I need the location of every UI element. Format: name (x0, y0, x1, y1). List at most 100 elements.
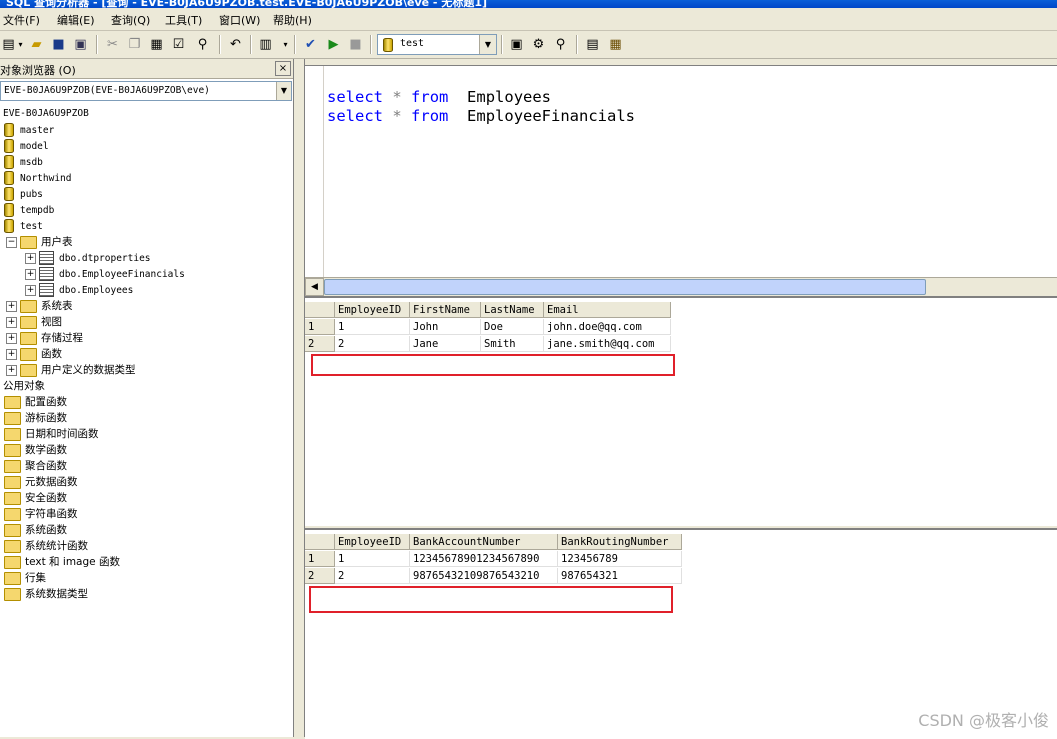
tree-server-node[interactable]: EVE-B0JA6U9PZOB (3, 106, 89, 122)
tree-db-master[interactable]: master (4, 122, 54, 138)
tree-common-system-functions[interactable]: 系统函数 (4, 522, 67, 538)
tree-common-aggregate-functions[interactable]: 聚合函数 (4, 458, 67, 474)
tree-db-tempdb[interactable]: tempdb (4, 202, 54, 218)
server-select[interactable]: EVE-B0JA6U9PZOB(EVE-B0JA6U9PZOB\eve) ▼ (0, 81, 292, 101)
query-analyze-icon[interactable]: ⚲ (552, 36, 569, 53)
chevron-down-icon[interactable]: ▼ (276, 82, 291, 100)
menu-query[interactable]: 查询(Q) (111, 12, 150, 28)
grid-cell[interactable]: jane.smith@qq.com (544, 336, 671, 352)
open-icon[interactable]: ▰ (28, 36, 45, 53)
menu-window[interactable]: 窗口(W) (219, 12, 260, 28)
column-header[interactable]: BankAccountNumber (410, 534, 558, 550)
tree-common-config-functions[interactable]: 配置函数 (4, 394, 67, 410)
row-number[interactable]: 2 (305, 336, 335, 352)
tree-common-system-data-types[interactable]: 系统数据类型 (4, 586, 88, 602)
parse-check-icon[interactable]: ✔ (302, 36, 319, 53)
grid-mode-icon[interactable]: ▥ (257, 36, 274, 53)
tree-common-rowsets[interactable]: 行集 (4, 570, 46, 586)
row-number[interactable]: 1 (305, 551, 335, 567)
clear-icon[interactable]: ☑ (170, 36, 187, 53)
tree-folder-user-defined-types[interactable]: + 用户定义的数据类型 (6, 362, 136, 378)
results-pane-icon[interactable]: ▦ (607, 36, 624, 53)
grid-cell[interactable]: 987654321 (558, 568, 682, 584)
paste-icon[interactable]: ▦ (148, 36, 165, 53)
stop-icon[interactable]: ■ (347, 36, 364, 53)
column-header[interactable]: LastName (481, 302, 544, 318)
tree-db-northwind[interactable]: Northwind (4, 170, 71, 186)
expand-icon[interactable]: + (6, 348, 17, 360)
save-icon[interactable]: ■ (50, 36, 67, 53)
menu-help[interactable]: 帮助(H) (273, 12, 312, 28)
copy-icon[interactable]: ❐ (126, 36, 143, 53)
grid-cell[interactable]: John (410, 319, 481, 335)
tree-table-dtproperties[interactable]: + dbo.dtproperties (25, 250, 151, 266)
expand-icon[interactable]: + (6, 316, 17, 328)
expand-icon[interactable]: + (6, 332, 17, 344)
close-icon[interactable]: × (275, 61, 291, 76)
column-header[interactable]: BankRoutingNumber (558, 534, 682, 550)
grid-cell[interactable]: 2 (335, 568, 410, 584)
chevron-down-icon[interactable]: ▼ (479, 35, 496, 54)
grid-corner[interactable] (305, 534, 335, 550)
grid-cell[interactable]: 1 (335, 319, 410, 335)
tree-common-objects[interactable]: 公用对象 (3, 378, 45, 394)
tree-common-security-functions[interactable]: 安全函数 (4, 490, 67, 506)
column-header[interactable]: EmployeeID (335, 534, 410, 550)
tree-common-text-image-functions[interactable]: text 和 image 函数 (4, 554, 120, 570)
grid-cell[interactable]: 1 (335, 551, 410, 567)
tree-db-pubs[interactable]: pubs (4, 186, 43, 202)
query-editor[interactable]: select * from Employees select * from Em… (305, 65, 1057, 278)
grid-cell[interactable]: 12345678901234567890 (410, 551, 558, 567)
collapse-icon[interactable]: − (6, 236, 17, 248)
tree-table-employeefinancials[interactable]: + dbo.EmployeeFinancials (25, 266, 185, 282)
database-select[interactable]: test ▼ (377, 34, 497, 55)
tree-common-string-functions[interactable]: 字符串函数 (4, 506, 78, 522)
expand-icon[interactable]: + (6, 364, 17, 376)
tree-db-test[interactable]: test (4, 218, 43, 234)
row-number[interactable]: 1 (305, 319, 335, 335)
menu-tools[interactable]: 工具(T) (165, 12, 202, 28)
grid-cell[interactable]: 2 (335, 336, 410, 352)
scrollbar-thumb[interactable] (324, 279, 926, 295)
column-header[interactable]: EmployeeID (335, 302, 410, 318)
editor-horizontal-scrollbar[interactable]: ◀ (305, 277, 1057, 296)
scroll-left-icon[interactable]: ◀ (305, 278, 324, 296)
object-browser-icon[interactable]: ▤ (584, 36, 601, 53)
expand-icon[interactable]: + (25, 284, 36, 296)
cut-icon[interactable]: ✂ (104, 36, 121, 53)
execute-icon[interactable]: ▶ (325, 36, 342, 53)
pane-splitter[interactable] (294, 59, 305, 737)
column-header[interactable]: FirstName (410, 302, 481, 318)
expand-icon[interactable]: + (25, 268, 36, 280)
tree-folder-functions[interactable]: + 函数 (6, 346, 62, 362)
menu-edit[interactable]: 编辑(E) (57, 12, 95, 28)
find-icon[interactable]: ⚲ (194, 36, 211, 53)
menu-file[interactable]: 文件(F) (3, 12, 40, 28)
grid-cell[interactable]: 123456789 (558, 551, 682, 567)
index-tuning-icon[interactable]: ⚙ (530, 36, 547, 53)
tree-common-metadata-functions[interactable]: 元数据函数 (4, 474, 78, 490)
new-query-dropdown-icon[interactable]: ▾ (12, 36, 29, 53)
grid-corner[interactable] (305, 302, 335, 318)
load-script-icon[interactable]: ▣ (72, 36, 89, 53)
grid-cell[interactable]: Smith (481, 336, 544, 352)
tree-folder-views[interactable]: + 视图 (6, 314, 62, 330)
tree-common-cursor-functions[interactable]: 游标函数 (4, 410, 67, 426)
tree-table-employees[interactable]: + dbo.Employees (25, 282, 133, 298)
tree-folder-system-tables[interactable]: + 系统表 (6, 298, 73, 314)
grid-cell[interactable]: Doe (481, 319, 544, 335)
tree-db-model[interactable]: model (4, 138, 49, 154)
tree-common-system-stat-functions[interactable]: 系统统计函数 (4, 538, 88, 554)
tree-db-msdb[interactable]: msdb (4, 154, 43, 170)
tree-folder-stored-procedures[interactable]: + 存储过程 (6, 330, 83, 346)
expand-icon[interactable]: + (25, 252, 36, 264)
tree-folder-user-tables[interactable]: − 用户表 (6, 234, 73, 250)
tree-common-datetime-functions[interactable]: 日期和时间函数 (4, 426, 99, 442)
row-number[interactable]: 2 (305, 568, 335, 584)
grid-cell[interactable]: Jane (410, 336, 481, 352)
undo-icon[interactable]: ↶ (227, 36, 244, 53)
grid-mode-dropdown-icon[interactable]: ▾ (277, 36, 294, 53)
expand-icon[interactable]: + (6, 300, 17, 312)
grid-cell[interactable]: 98765432109876543210 (410, 568, 558, 584)
tree-common-math-functions[interactable]: 数学函数 (4, 442, 67, 458)
